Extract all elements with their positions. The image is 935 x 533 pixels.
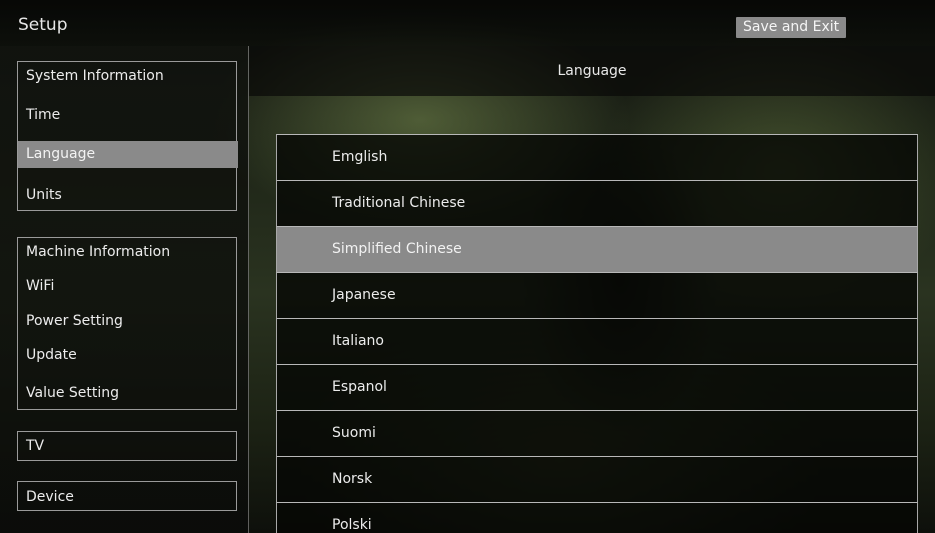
sidebar-item-power-setting[interactable]: Power Setting: [26, 313, 123, 329]
language-option[interactable]: Espanol: [276, 364, 918, 410]
language-option[interactable]: Emglish: [276, 134, 918, 180]
sidebar-group-system: System Information Time Language Units: [17, 61, 238, 211]
sidebar-group-device: Device: [17, 481, 237, 511]
sidebar-item-time[interactable]: Time: [26, 107, 60, 123]
sidebar-item-wifi[interactable]: WiFi: [26, 278, 54, 294]
sidebar-item-value-setting[interactable]: Value Setting: [26, 385, 119, 401]
language-label: Italiano: [332, 333, 384, 349]
sidebar-item-machine-information[interactable]: Machine Information: [26, 244, 170, 260]
language-label: Simplified Chinese: [332, 241, 462, 257]
language-option[interactable]: Polski: [276, 502, 918, 533]
language-option[interactable]: Traditional Chinese: [276, 180, 918, 226]
sidebar-item-units[interactable]: Units: [26, 187, 62, 203]
sidebar-group-tv: TV: [17, 431, 237, 461]
language-label: Japanese: [332, 287, 396, 303]
sidebar: System Information Time Language Units M…: [0, 46, 249, 533]
language-label: Suomi: [332, 425, 376, 441]
language-option[interactable]: Italiano: [276, 318, 918, 364]
language-option[interactable]: Norsk: [276, 456, 918, 502]
language-label: Espanol: [332, 379, 387, 395]
sidebar-item-update[interactable]: Update: [26, 347, 77, 363]
language-option[interactable]: Suomi: [276, 410, 918, 456]
language-list: Emglish Traditional Chinese Simplified C…: [276, 134, 918, 533]
page-title: Setup: [18, 15, 68, 35]
language-label: Polski: [332, 517, 372, 533]
language-label: Norsk: [332, 471, 373, 487]
save-and-exit-button[interactable]: Save and Exit: [736, 17, 847, 38]
sidebar-item-language[interactable]: Language: [18, 141, 238, 168]
language-option-selected[interactable]: Simplified Chinese: [276, 226, 918, 272]
language-option[interactable]: Japanese: [276, 272, 918, 318]
language-label: Emglish: [332, 149, 388, 165]
sidebar-item-system-information[interactable]: System Information: [26, 68, 164, 84]
language-label: Traditional Chinese: [332, 195, 466, 211]
content-title: Language: [557, 63, 627, 79]
sidebar-group-machine: Machine Information WiFi Power Setting U…: [17, 237, 237, 410]
sidebar-item-tv[interactable]: TV: [26, 438, 44, 454]
top-bar: Setup Save and Exit: [0, 0, 935, 46]
sidebar-item-device[interactable]: Device: [26, 489, 74, 505]
content-header: Language: [249, 46, 935, 96]
